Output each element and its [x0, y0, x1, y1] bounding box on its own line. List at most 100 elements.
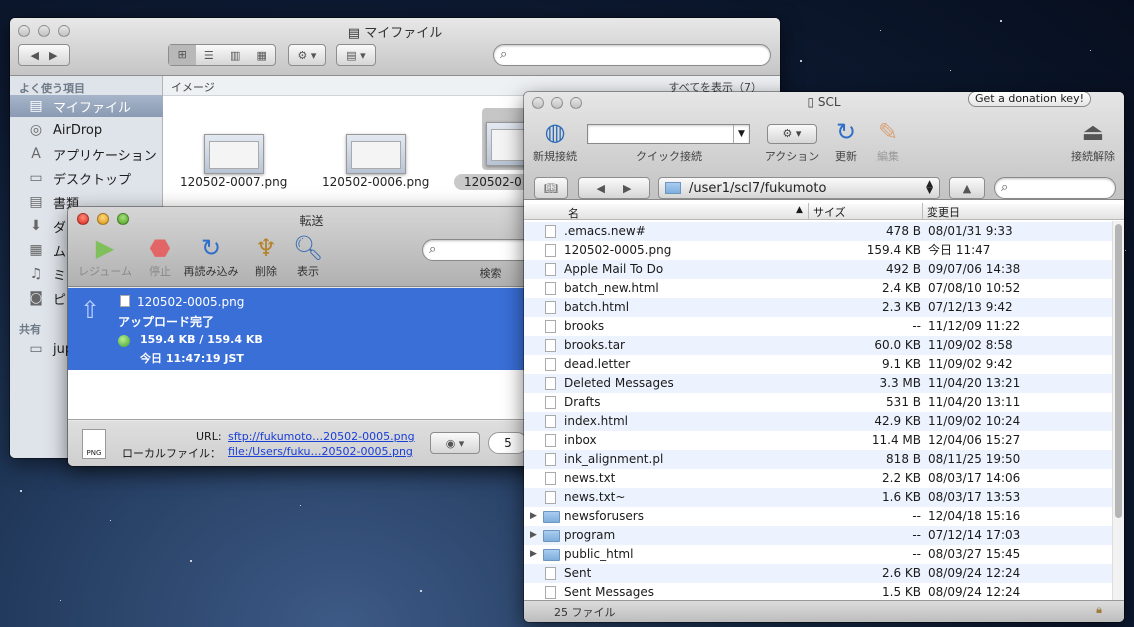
- table-row[interactable]: batch.html 2.3 KB 07/12/13 9:42: [524, 298, 1112, 317]
- view-switcher[interactable]: ⊞ ☰ ▥ ▦: [168, 44, 276, 66]
- parent-directory-button[interactable]: ▲: [949, 177, 985, 199]
- table-row[interactable]: news.txt~ 1.6 KB 08/03/17 13:53: [524, 488, 1112, 507]
- thumbnail-label[interactable]: 120502-0006.png: [322, 175, 429, 189]
- file-name: .emacs.new#: [564, 224, 646, 238]
- quick-connect-combo[interactable]: ▼: [587, 124, 750, 144]
- resume-button[interactable]: ▶ レジューム: [74, 233, 136, 279]
- file-name: news.txt: [564, 471, 616, 485]
- disclosure-triangle-icon[interactable]: ▶: [530, 526, 537, 545]
- column-view-icon[interactable]: ▥: [222, 49, 249, 62]
- image-thumbnail[interactable]: [204, 134, 264, 174]
- delete-button[interactable]: ♆ 削除: [246, 233, 286, 279]
- bookmarks-button[interactable]: 📖︎: [534, 177, 568, 199]
- back-forward-buttons[interactable]: ◀ ▶: [578, 177, 650, 199]
- file-size: 478 B: [886, 224, 921, 238]
- column-date[interactable]: 変更日: [922, 203, 960, 219]
- sidebar-item-my-files[interactable]: ▤ マイファイル: [10, 95, 163, 117]
- donation-key-button[interactable]: Get a donation key!: [968, 92, 1091, 107]
- edit-button[interactable]: ✎ 編集: [870, 116, 906, 164]
- file-size: 2.4 KB: [882, 281, 921, 295]
- action-button[interactable]: ⚙ ▾ アクション: [764, 116, 820, 164]
- transfer-progress: 159.4 KB / 159.4 KB: [140, 333, 263, 346]
- arrange-menu-button[interactable]: ▤ ▾: [336, 44, 376, 66]
- new-connection-label: 新規接続: [533, 150, 577, 163]
- table-row[interactable]: index.html 42.9 KB 11/09/02 10:24: [524, 412, 1112, 431]
- file-size: 2.3 KB: [882, 300, 921, 314]
- new-connection-button[interactable]: ◍ 新規接続: [530, 116, 580, 164]
- speed-limit-popup[interactable]: ◉ ▾: [430, 432, 480, 454]
- show-button[interactable]: 🔍︎ 表示: [288, 233, 328, 279]
- sidebar-item-label: ム: [53, 244, 67, 260]
- file-name: batch.html: [564, 300, 630, 314]
- file-size: 42.9 KB: [874, 414, 921, 428]
- refresh-button[interactable]: ↻ 更新: [828, 116, 864, 164]
- coverflow-view-icon[interactable]: ▦: [249, 49, 276, 62]
- globe-plus-icon: ◍: [544, 118, 566, 146]
- sidebar-item-desktop[interactable]: ▭ デスクトップ: [10, 167, 163, 189]
- file-date: 09/07/06 14:38: [928, 262, 1021, 276]
- applications-icon: A: [31, 146, 41, 162]
- table-row[interactable]: .emacs.new# 478 B 08/01/31 9:33: [524, 222, 1112, 241]
- file-size: 60.0 KB: [874, 338, 921, 352]
- image-thumbnail[interactable]: [346, 134, 406, 174]
- table-row[interactable]: inbox 11.4 MB 12/04/06 15:27: [524, 431, 1112, 450]
- table-row[interactable]: ▶ public_html -- 08/03/27 15:45: [524, 545, 1112, 564]
- disconnect-button[interactable]: ⏏ 接続解除: [1068, 116, 1118, 164]
- back-forward-buttons[interactable]: ◀ ▶: [18, 44, 70, 66]
- file-size: --: [912, 319, 921, 333]
- reload-button[interactable]: ↻ 再読み込み: [180, 233, 242, 279]
- table-row[interactable]: news.txt 2.2 KB 08/03/17 14:06: [524, 469, 1112, 488]
- file-size: 9.1 KB: [882, 357, 921, 371]
- sidebar-item-label: アプリケーション: [53, 148, 157, 164]
- chevron-down-icon[interactable]: ▼: [733, 125, 749, 143]
- sidebar-item-applications[interactable]: A アプリケーション: [10, 143, 163, 165]
- scrollbar-thumb[interactable]: [1115, 224, 1122, 518]
- updown-arrows-icon: ▲ ▼: [926, 179, 933, 196]
- table-row[interactable]: Drafts 531 B 11/04/20 13:11: [524, 393, 1112, 412]
- thumbnail-label-selected[interactable]: 120502-0: [454, 174, 532, 190]
- file-date: 08/09/24 12:24: [928, 566, 1021, 580]
- stop-icon: ⬣: [149, 234, 171, 262]
- table-row[interactable]: dead.letter 9.1 KB 11/09/02 9:42: [524, 355, 1112, 374]
- stop-button[interactable]: ⬣ 停止: [140, 233, 180, 279]
- table-row[interactable]: 120502-0005.png 159.4 KB 今日 11:47: [524, 241, 1112, 260]
- refresh-icon: ↻: [835, 118, 857, 146]
- back-arrow-icon[interactable]: ◀: [31, 49, 39, 62]
- resume-label: レジューム: [78, 265, 132, 278]
- file-date: 今日 11:47: [928, 243, 991, 257]
- upload-arrow-icon: ⇧: [80, 296, 101, 324]
- back-arrow-icon[interactable]: ◀: [597, 182, 605, 195]
- table-row[interactable]: Sent 2.6 KB 08/09/24 12:24: [524, 564, 1112, 583]
- thumbnail-label[interactable]: 120502-0007.png: [180, 175, 287, 189]
- document-icon: ▯: [807, 95, 818, 109]
- forward-arrow-icon[interactable]: ▶: [49, 49, 57, 62]
- table-row[interactable]: batch_new.html 2.4 KB 07/08/10 10:52: [524, 279, 1112, 298]
- url-link[interactable]: sftp://fukumoto…20502-0005.png: [228, 430, 415, 443]
- url-label: URL:: [196, 430, 222, 443]
- finder-search-field[interactable]: ⌕: [493, 44, 771, 66]
- disclosure-triangle-icon[interactable]: ▶: [530, 507, 537, 526]
- path-popup[interactable]: /user1/scl7/fukumoto ▲ ▼: [658, 177, 940, 199]
- list-view-icon[interactable]: ☰: [196, 49, 223, 62]
- table-row[interactable]: ink_alignment.pl 818 B 08/11/25 19:50: [524, 450, 1112, 469]
- table-row[interactable]: ▶ program -- 07/12/14 17:03: [524, 526, 1112, 545]
- scl-search-field[interactable]: ⌕: [994, 177, 1116, 199]
- icon-view-icon[interactable]: ⊞: [169, 45, 196, 65]
- sidebar-item-airdrop[interactable]: ◎ AirDrop: [10, 119, 163, 141]
- table-row[interactable]: ▶ newsforusers -- 12/04/18 15:16: [524, 507, 1112, 526]
- gear-icon: ⚙ ▾: [297, 48, 317, 62]
- disclosure-triangle-icon[interactable]: ▶: [530, 545, 537, 564]
- table-row[interactable]: brooks.tar 60.0 KB 11/09/02 8:58: [524, 336, 1112, 355]
- action-menu-button[interactable]: ⚙ ▾: [288, 44, 326, 66]
- table-row[interactable]: Deleted Messages 3.3 MB 11/04/20 13:21: [524, 374, 1112, 393]
- transfer-row-selected[interactable]: ⇧ 120502-0005.png アップロード完了 159.4 KB / 15…: [68, 288, 555, 370]
- table-row[interactable]: Apple Mail To Do 492 B 09/07/06 14:38: [524, 260, 1112, 279]
- table-row[interactable]: brooks -- 11/12/09 11:22: [524, 317, 1112, 336]
- file-icon: [545, 282, 556, 295]
- column-name[interactable]: 名: [568, 205, 579, 221]
- vertical-scrollbar[interactable]: [1112, 221, 1124, 600]
- concurrent-count-field[interactable]: 5: [488, 432, 528, 454]
- column-size[interactable]: サイズ: [808, 203, 846, 219]
- forward-arrow-icon[interactable]: ▶: [623, 182, 631, 195]
- local-file-link[interactable]: file:/Users/fuku…20502-0005.png: [228, 445, 413, 458]
